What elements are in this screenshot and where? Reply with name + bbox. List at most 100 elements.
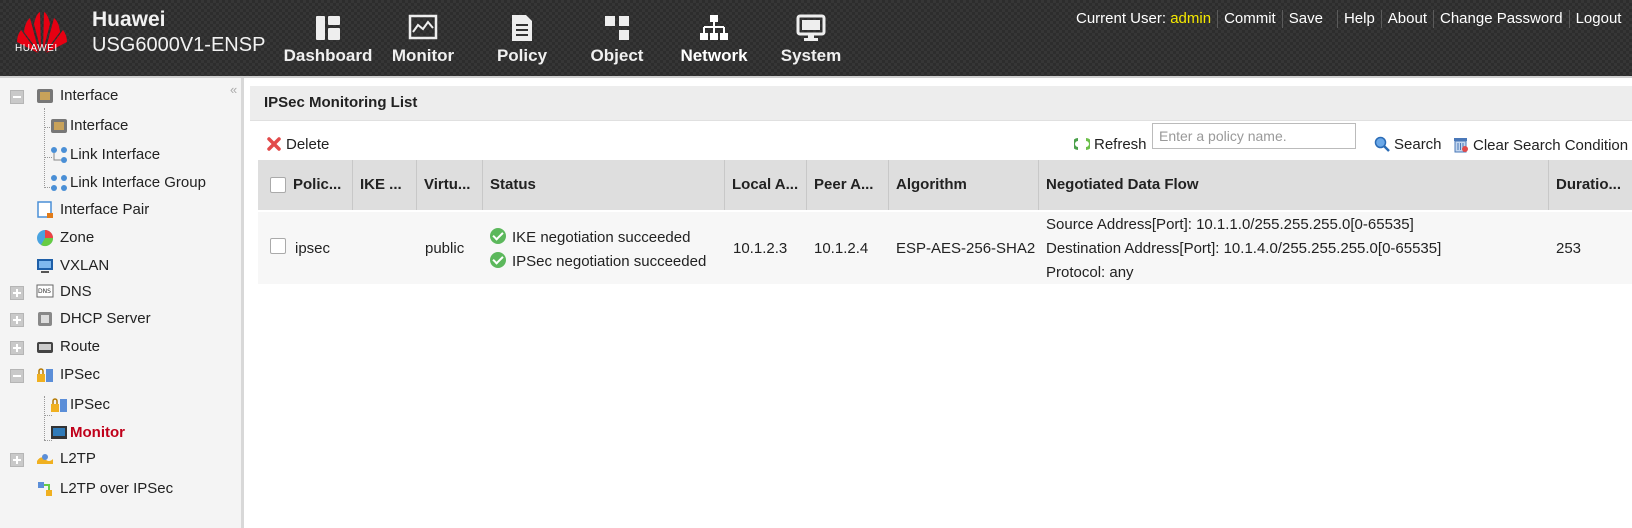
nav-system[interactable]: System bbox=[776, 14, 846, 72]
sidebar-item-label: Monitor bbox=[70, 424, 125, 441]
column-duration[interactable]: Duratio... bbox=[1548, 160, 1632, 210]
header-divider bbox=[0, 76, 1632, 78]
expand-toggle-icon[interactable] bbox=[10, 286, 24, 300]
divider bbox=[1217, 10, 1219, 29]
search-icon bbox=[1374, 136, 1390, 152]
zone-icon bbox=[37, 230, 54, 247]
sidebar-item-l2tp[interactable]: L2TP bbox=[8, 447, 228, 471]
monitor-icon bbox=[408, 14, 438, 40]
select-all-checkbox[interactable] bbox=[270, 177, 286, 193]
sidebar-item-ipsec-child[interactable]: IPSec bbox=[8, 393, 228, 417]
sidebar-item-dns[interactable]: DNS DNS bbox=[8, 280, 228, 304]
vxlan-icon bbox=[37, 259, 53, 273]
logout-link[interactable]: Logout bbox=[1576, 10, 1622, 27]
cell-status-ike: IKE negotiation succeeded bbox=[490, 228, 690, 246]
cell-local-address: 10.1.2.3 bbox=[733, 240, 788, 257]
nav-dashboard-label: Dashboard bbox=[283, 46, 373, 65]
column-ike[interactable]: IKE ... bbox=[352, 160, 416, 210]
row-checkbox[interactable] bbox=[270, 238, 286, 254]
save-link[interactable]: Save bbox=[1289, 10, 1323, 27]
delete-label: Delete bbox=[286, 136, 330, 153]
delete-button[interactable]: Delete bbox=[266, 136, 329, 153]
expand-toggle-icon[interactable] bbox=[10, 313, 24, 327]
collapse-toggle-icon[interactable] bbox=[10, 369, 24, 383]
sidebar-item-dhcp-server[interactable]: DHCP Server bbox=[8, 307, 228, 331]
sidebar-item-label: L2TP bbox=[60, 450, 96, 467]
sidebar-item-label: IPSec bbox=[60, 366, 101, 383]
column-virtual[interactable]: Virtu... bbox=[416, 160, 482, 210]
refresh-icon bbox=[1072, 138, 1092, 150]
collapse-sidebar-icon[interactable]: « bbox=[230, 82, 237, 97]
nav-dashboard[interactable]: Dashboard bbox=[282, 14, 374, 72]
sidebar-item-label: Zone bbox=[60, 229, 95, 246]
device-model: USG6000V1-ENSP bbox=[92, 34, 266, 56]
system-icon bbox=[796, 14, 826, 41]
dns-icon: DNS bbox=[36, 284, 54, 298]
nav-object[interactable]: Object bbox=[586, 14, 648, 72]
clear-search-condition-button[interactable]: Clear Search Condition bbox=[1452, 136, 1628, 154]
column-status[interactable]: Status bbox=[482, 160, 724, 210]
logo-text: HUAWEI bbox=[15, 43, 58, 54]
cell-virtual: public bbox=[425, 240, 465, 257]
sidebar-item-ipsec[interactable]: IPSec bbox=[8, 363, 228, 387]
expand-toggle-icon[interactable] bbox=[10, 341, 24, 355]
nav-object-label: Object bbox=[590, 46, 644, 65]
search-button[interactable]: Search bbox=[1374, 136, 1442, 153]
change-password-link[interactable]: Change Password bbox=[1440, 10, 1563, 27]
policy-icon bbox=[512, 15, 532, 41]
sidebar-item-link-interface[interactable]: Link Interface bbox=[8, 143, 228, 167]
monitor-screen-icon bbox=[51, 426, 67, 439]
cell-peer-address: 10.1.2.4 bbox=[814, 240, 869, 257]
sidebar-item-interface-pair[interactable]: Interface Pair bbox=[8, 198, 228, 222]
help-link[interactable]: Help bbox=[1344, 10, 1375, 27]
flow-destination: Destination Address[Port]: 10.1.4.0/255.… bbox=[1046, 240, 1442, 257]
user-toolbar: Current User: admin Commit Save Help About Ch… bbox=[1076, 10, 1622, 29]
collapse-toggle-icon[interactable] bbox=[10, 90, 24, 104]
flow-protocol: Protocol: any bbox=[1046, 264, 1134, 281]
link-interface-icon bbox=[51, 147, 67, 163]
nav-policy[interactable]: Policy bbox=[492, 14, 552, 72]
about-link[interactable]: About bbox=[1388, 10, 1427, 27]
sidebar-item-route[interactable]: Route bbox=[8, 335, 228, 359]
flow-source: Source Address[Port]: 10.1.1.0/255.255.2… bbox=[1046, 216, 1414, 233]
sidebar-item-label: IPSec bbox=[70, 396, 111, 413]
sidebar-item-interface-child[interactable]: Interface bbox=[8, 114, 228, 138]
link-interface-group-icon bbox=[51, 175, 67, 191]
nav-policy-label: Policy bbox=[496, 46, 548, 65]
sidebar-item-label: Link Interface Group bbox=[70, 174, 206, 191]
page-title: IPSec Monitoring List bbox=[264, 94, 418, 111]
sidebar-item-ipsec-monitor[interactable]: Monitor bbox=[8, 421, 228, 445]
cell-duration: 253 bbox=[1556, 240, 1582, 257]
sidebar-item-label: Interface Pair bbox=[60, 201, 150, 218]
network-icon bbox=[700, 15, 728, 40]
ipsec-icon bbox=[37, 368, 53, 382]
sidebar-item-interface[interactable]: Interface bbox=[8, 84, 228, 108]
cell-status-ipsec: IPSec negotiation succeeded bbox=[490, 252, 706, 270]
sidebar-item-vxlan[interactable]: VXLAN bbox=[8, 254, 228, 278]
sidebar-item-label: L2TP over IPSec bbox=[60, 480, 174, 497]
success-check-icon bbox=[490, 228, 506, 244]
sidebar-item-link-interface-group[interactable]: Link Interface Group bbox=[8, 171, 228, 195]
column-local-address[interactable]: Local A... bbox=[724, 160, 806, 210]
column-algorithm[interactable]: Algorithm bbox=[888, 160, 1038, 210]
delete-icon bbox=[267, 137, 281, 151]
nav-network[interactable]: Network bbox=[676, 14, 752, 72]
policy-name-search-input[interactable] bbox=[1152, 123, 1356, 149]
table-header: Polic... IKE ... Virtu... Status Local A… bbox=[258, 160, 1632, 210]
object-icon bbox=[605, 16, 629, 40]
commit-link[interactable]: Commit bbox=[1224, 10, 1276, 27]
brand-name: Huawei bbox=[92, 8, 166, 31]
clear-search-label: Clear Search Condition bbox=[1473, 137, 1629, 154]
sidebar-item-l2tp-over-ipsec[interactable]: L2TP over IPSec bbox=[8, 477, 228, 501]
table-row[interactable]: ipsec public IKE negotiation succeeded I… bbox=[258, 212, 1632, 284]
divider bbox=[1433, 10, 1434, 29]
column-policy[interactable]: Polic... bbox=[286, 160, 352, 210]
nav-monitor[interactable]: Monitor bbox=[388, 14, 458, 72]
divider bbox=[1281, 10, 1283, 29]
interface-icon bbox=[51, 119, 67, 133]
refresh-button[interactable]: Refresh bbox=[1072, 136, 1147, 153]
column-peer-address[interactable]: Peer A... bbox=[806, 160, 888, 210]
column-negotiated-data-flow[interactable]: Negotiated Data Flow bbox=[1038, 160, 1538, 210]
sidebar-item-zone[interactable]: Zone bbox=[8, 226, 228, 250]
expand-toggle-icon[interactable] bbox=[10, 453, 24, 467]
